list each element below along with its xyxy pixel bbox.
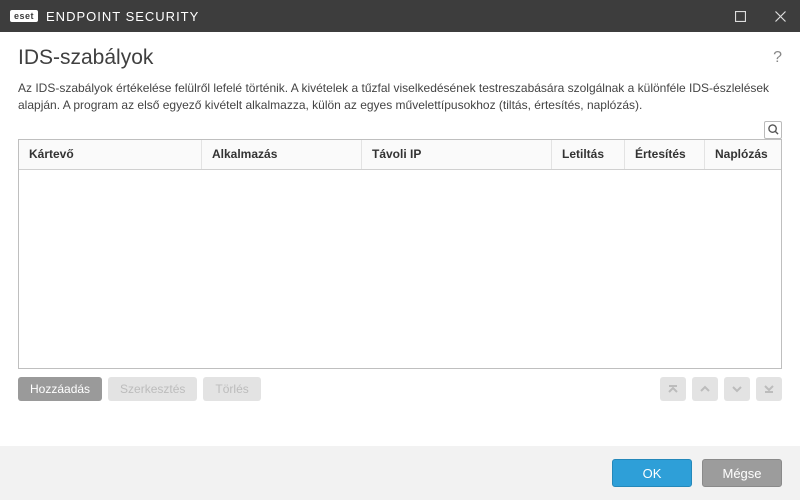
- add-button[interactable]: Hozzáadás: [18, 377, 102, 401]
- col-app[interactable]: Alkalmazás: [202, 140, 362, 169]
- edit-button: Szerkesztés: [108, 377, 197, 401]
- footer: OK Mégse: [0, 446, 800, 500]
- brand-badge: eset: [10, 10, 38, 22]
- toolbar: Hozzáadás Szerkesztés Törlés: [18, 377, 782, 411]
- brand-product: ENDPOINT SECURITY: [46, 9, 199, 24]
- chevron-down-icon: [730, 382, 744, 396]
- page-description: Az IDS-szabályok értékelése felülről lef…: [18, 80, 782, 115]
- search-button[interactable]: [764, 121, 782, 139]
- move-down-button: [724, 377, 750, 401]
- help-icon[interactable]: ?: [773, 49, 782, 67]
- col-notify[interactable]: Értesítés: [625, 140, 705, 169]
- col-remote-ip[interactable]: Távoli IP: [362, 140, 552, 169]
- window-close-button[interactable]: [760, 0, 800, 32]
- rules-table: Kártevő Alkalmazás Távoli IP Letiltás Ér…: [18, 139, 782, 369]
- search-icon: [768, 124, 779, 135]
- window-maximize-button[interactable]: [720, 0, 760, 32]
- cancel-button[interactable]: Mégse: [702, 459, 782, 487]
- delete-button: Törlés: [203, 377, 260, 401]
- table-header: Kártevő Alkalmazás Távoli IP Letiltás Ér…: [19, 140, 781, 170]
- page-title: IDS-szabályok: [18, 46, 773, 70]
- chevron-top-icon: [666, 382, 680, 396]
- ok-button[interactable]: OK: [612, 459, 692, 487]
- move-up-button: [692, 377, 718, 401]
- move-top-button: [660, 377, 686, 401]
- chevron-up-icon: [698, 382, 712, 396]
- chevron-bottom-icon: [762, 382, 776, 396]
- titlebar: eset ENDPOINT SECURITY: [0, 0, 800, 32]
- col-log[interactable]: Naplózás: [705, 140, 781, 169]
- move-bottom-button: [756, 377, 782, 401]
- col-malware[interactable]: Kártevő: [19, 140, 202, 169]
- col-block[interactable]: Letiltás: [552, 140, 625, 169]
